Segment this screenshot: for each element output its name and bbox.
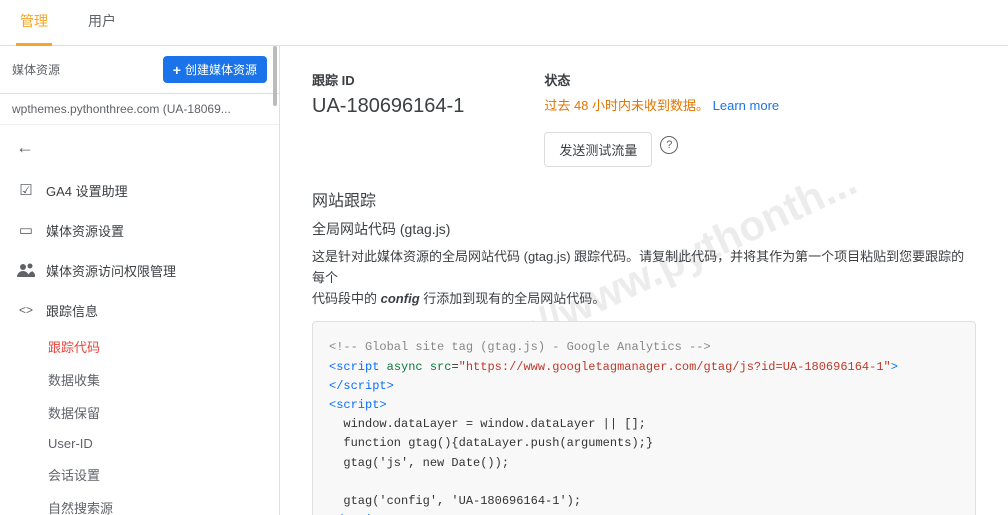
code-line-8: gtag('config', 'UA-180696164-1'); — [329, 492, 959, 511]
send-test-button[interactable]: 发送测试流量 — [544, 132, 652, 167]
sidebar-data-collection[interactable]: 数据收集 — [32, 363, 279, 396]
sidebar: 媒体资源 + 创建媒体资源 wpthemes.pythonthree.com (… — [0, 46, 280, 515]
code-line-2: <script async src="https://www.googletag… — [329, 358, 959, 396]
code-line-4: window.dataLayer = window.dataLayer || [… — [329, 415, 959, 434]
sidebar-ga4-label: GA4 设置助理 — [46, 181, 128, 200]
sidebar-natural-search[interactable]: 自然搜索源 — [32, 491, 279, 515]
code-line-6: gtag('js', new Date()); — [329, 454, 959, 473]
create-resource-label: 创建媒体资源 — [185, 61, 257, 78]
back-arrow-container: ← — [0, 125, 279, 170]
description-part1: 这是针对此媒体资源的全局网站代码 (gtag.js) 跟踪代码。请复制此代码，并… — [312, 249, 964, 285]
website-tracking-title: 网站跟踪 — [312, 187, 976, 211]
code-line-3: <script> — [329, 396, 959, 415]
sidebar-item-access-management[interactable]: 媒体资源访问权限管理 — [0, 250, 279, 290]
nav-users[interactable]: 用户 — [84, 0, 120, 46]
status-warning: 过去 48 小时内未收到数据。 Learn more — [544, 95, 779, 114]
sidebar-tracking-code[interactable]: 跟踪代码 — [32, 330, 279, 363]
content-inner: 跟踪 ID UA-180696164-1 状态 过去 48 小时内未收到数据。 … — [312, 70, 976, 515]
property-name[interactable]: wpthemes.pythonthree.com (UA-18069... — [0, 94, 279, 125]
code-line-7 — [329, 473, 959, 492]
send-test-label: 发送测试流量 — [559, 140, 637, 159]
description-part3: 行添加到现有的全局网站代码。 — [423, 291, 605, 306]
status-col: 状态 过去 48 小时内未收到数据。 Learn more 发送测试流量 ? — [544, 70, 779, 167]
gtag-subtitle: 全局网站代码 (gtag.js) — [312, 219, 976, 239]
code-block: <!-- Global site tag (gtag.js) - Google … — [312, 321, 976, 515]
sidebar-tracking-section[interactable]: <> 跟踪信息 — [0, 290, 279, 330]
checkbox-icon: ☑ — [16, 180, 36, 200]
learn-more-link[interactable]: Learn more — [713, 98, 779, 113]
help-icon[interactable]: ? — [660, 136, 678, 154]
tracking-id-value: UA-180696164-1 — [312, 95, 464, 118]
sidebar-user-id[interactable]: User-ID — [32, 429, 279, 458]
sidebar-session-settings[interactable]: 会话设置 — [32, 458, 279, 491]
top-nav: 管理 用户 — [0, 0, 1008, 46]
main-layout: 媒体资源 + 创建媒体资源 wpthemes.pythonthree.com (… — [0, 46, 1008, 515]
create-resource-button[interactable]: + 创建媒体资源 — [163, 56, 267, 83]
gtag-description: 这是针对此媒体资源的全局网站代码 (gtag.js) 跟踪代码。请复制此代码，并… — [312, 247, 976, 309]
tracking-header: 跟踪 ID UA-180696164-1 状态 过去 48 小时内未收到数据。 … — [312, 70, 976, 167]
sidebar-data-retention[interactable]: 数据保留 — [32, 396, 279, 429]
tracking-id-col: 跟踪 ID UA-180696164-1 — [312, 70, 464, 167]
people-icon — [16, 260, 36, 280]
sidebar-item-ga4-setup[interactable]: ☑ GA4 设置助理 — [0, 170, 279, 210]
status-label: 状态 — [544, 70, 779, 89]
back-arrow-icon[interactable]: ← — [12, 133, 38, 162]
tracking-id-label: 跟踪 ID — [312, 70, 464, 89]
sidebar-property-label: 媒体资源设置 — [46, 221, 124, 240]
sidebar-sub-items: 跟踪代码 数据收集 数据保留 User-ID 会话设置 自然搜索源 引荐排除列表 — [0, 330, 279, 515]
sidebar-resource-label: 媒体资源 — [12, 61, 60, 78]
content-area: https://www.pythonth... 跟踪 ID UA-1806961… — [280, 46, 1008, 515]
code-icon: <> — [16, 300, 36, 320]
config-word: config — [381, 291, 420, 306]
scroll-indicator — [273, 46, 277, 106]
sidebar-tracking-label: 跟踪信息 — [46, 301, 98, 320]
code-line-5: function gtag(){dataLayer.push(arguments… — [329, 434, 959, 453]
sidebar-access-label: 媒体资源访问权限管理 — [46, 261, 176, 280]
sidebar-header: 媒体资源 + 创建媒体资源 — [0, 46, 279, 94]
sidebar-item-property-settings[interactable]: ▭ 媒体资源设置 — [0, 210, 279, 250]
code-line-9: </script> — [329, 511, 959, 515]
square-icon: ▭ — [16, 220, 36, 240]
nav-manage[interactable]: 管理 — [16, 0, 52, 46]
code-line-1: <!-- Global site tag (gtag.js) - Google … — [329, 338, 959, 357]
description-part2: 代码段中的 — [312, 291, 377, 306]
status-warning-text: 过去 48 小时内未收到数据。 — [544, 98, 709, 113]
plus-icon: + — [173, 62, 181, 78]
